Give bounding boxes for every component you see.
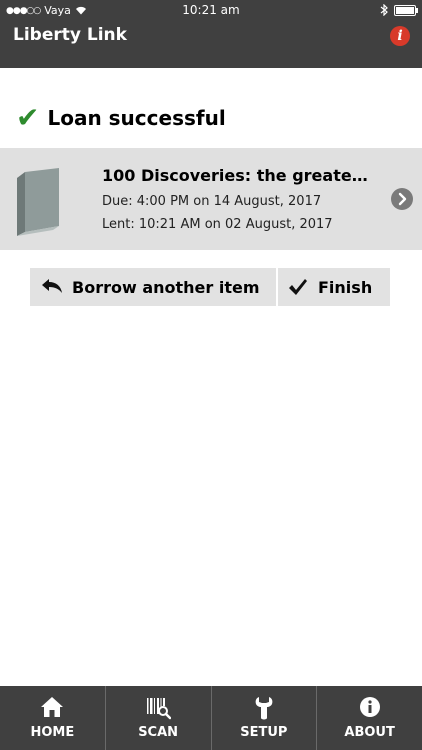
finish-button[interactable]: Finish xyxy=(278,268,390,306)
borrow-label: Borrow another item xyxy=(72,277,260,297)
check-icon xyxy=(288,278,308,296)
loan-lent-date: Lent: 10:21 AM on 02 August, 2017 xyxy=(102,217,333,232)
info-icon xyxy=(317,696,422,720)
tab-label: SCAN xyxy=(138,725,179,740)
finish-label: Finish xyxy=(318,277,373,297)
tab-label: SETUP xyxy=(240,725,288,740)
info-icon[interactable]: i xyxy=(390,26,410,46)
tab-setup[interactable]: SETUP xyxy=(210,686,317,750)
chevron-right-icon[interactable] xyxy=(391,188,413,210)
borrow-another-button[interactable]: Borrow another item xyxy=(30,268,276,306)
action-buttons: Borrow another item Finish xyxy=(30,268,390,306)
app-title: Liberty Link xyxy=(13,25,127,45)
loan-title: 100 Discoveries: the greate… xyxy=(102,166,368,185)
check-icon: ✔ xyxy=(16,101,40,134)
status-time: 10:21 am xyxy=(182,3,240,17)
home-icon xyxy=(0,696,105,720)
bottom-tab-bar: HOME SCAN SETUP ABOUT xyxy=(0,686,422,750)
tab-about[interactable]: ABOUT xyxy=(316,686,422,750)
loan-item-card[interactable]: 100 Discoveries: the greate… Due: 4:00 P… xyxy=(0,148,422,250)
barcode-icon xyxy=(106,696,211,720)
wrench-icon xyxy=(212,696,317,720)
battery-icon xyxy=(394,4,418,16)
tab-label: HOME xyxy=(30,725,75,740)
loan-due-date: Due: 4:00 PM on 14 August, 2017 xyxy=(102,194,322,209)
status-bar: ●●●○○ Vaya 10:21 am xyxy=(0,0,422,22)
success-message: ✔ Loan successful xyxy=(16,104,226,132)
undo-arrow-icon xyxy=(40,278,64,296)
success-text: Loan successful xyxy=(47,106,226,130)
app-header: Liberty Link i xyxy=(0,22,422,68)
tab-home[interactable]: HOME xyxy=(0,686,105,750)
book-icon xyxy=(17,168,59,236)
bluetooth-icon xyxy=(380,4,388,16)
tab-label: ABOUT xyxy=(344,725,395,740)
tab-scan[interactable]: SCAN xyxy=(104,686,211,750)
status-right xyxy=(380,4,418,16)
